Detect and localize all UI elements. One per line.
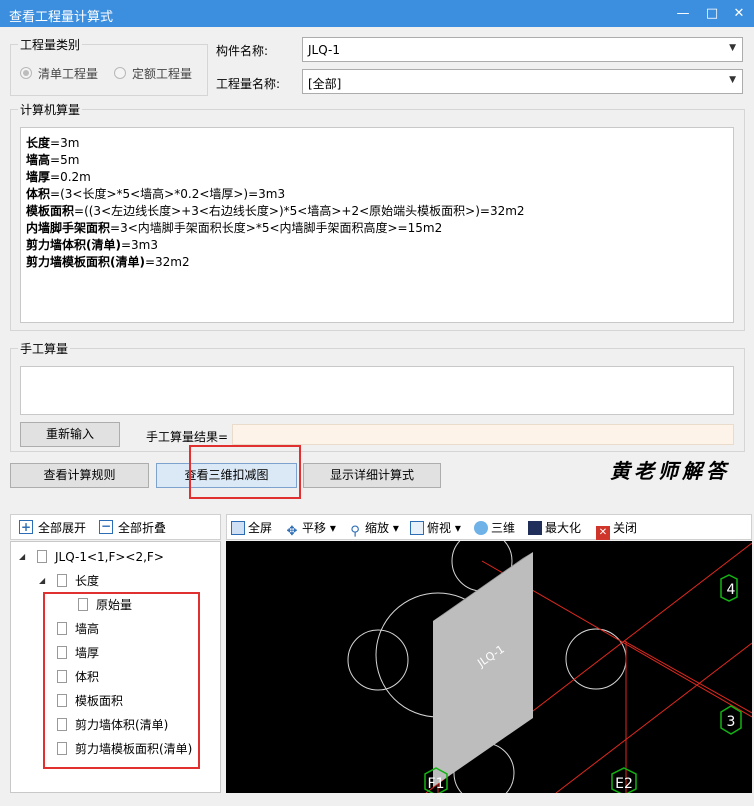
calc-line: 体积=(3<长度>*5<墙高>*0.2<墙厚>)=3m3 [26, 187, 286, 201]
calc-line: 剪力墙模板面积(清单)=32m2 [26, 255, 190, 269]
show-details-button[interactable]: 显示详细计算式 [303, 463, 441, 488]
fullscreen-icon [231, 521, 245, 535]
highlight-box [43, 592, 200, 769]
magnifier-icon: ⚲ [350, 524, 360, 539]
document-icon [37, 550, 47, 563]
chevron-down-icon: ▼ [729, 75, 736, 85]
column-circle [565, 628, 627, 690]
maximize-icon [528, 521, 542, 535]
three-d-button[interactable]: 三维 [474, 519, 515, 537]
cube-view-icon [410, 521, 424, 535]
calc-line: 内墙脚手架面积=3<内墙脚手架面积长度>*5<内墙脚手架面积高度>=15m2 [26, 221, 443, 235]
manual-result-field[interactable] [232, 424, 734, 445]
quantity-name-label: 工程量名称: [216, 77, 281, 91]
zoom-button[interactable]: ⚲ 缩放 ▾ [348, 519, 399, 539]
axis-label: E2 [615, 776, 633, 792]
tree-root-item[interactable]: JLQ-1<1,F><2,F> [37, 547, 164, 567]
window-title: 查看工程量计算式 [9, 10, 114, 25]
quantity-type-label: 工程量类别 [18, 36, 83, 53]
deduction-3d-view[interactable]: JLQ-1 4 3 F1 E2 [226, 541, 752, 793]
minus-icon: − [99, 519, 113, 534]
close-view-button[interactable]: ✕ 关闭 [596, 519, 637, 540]
manual-calc-input[interactable] [20, 366, 734, 415]
maximize-view-button[interactable]: 最大化 [528, 519, 581, 537]
expand-all-button[interactable]: 全部展开 [38, 519, 86, 536]
move-icon: ✥ [286, 524, 298, 539]
calc-line: 墙高=5m [26, 153, 80, 167]
collapse-arrow-icon[interactable]: ◢ [39, 576, 45, 585]
radio-quota-quantity-label[interactable]: 定额工程量 [132, 65, 192, 82]
calc-line: 墙厚=0.2m [26, 170, 91, 184]
calc-line: 剪力墙体积(清单)=3m3 [26, 238, 158, 252]
manual-result-label: 手工算量结果= [146, 430, 229, 444]
reenter-button[interactable]: 重新输入 [20, 422, 120, 447]
axis-label: 4 [727, 582, 736, 598]
radio-bill-quantity-label[interactable]: 清单工程量 [38, 65, 98, 82]
quantity-select-value: [全部] [308, 77, 342, 91]
tree-item-length[interactable]: 长度 [57, 571, 99, 591]
globe-icon [474, 521, 488, 535]
maximize-icon[interactable]: □ [697, 0, 727, 27]
wall-solid[interactable] [433, 552, 533, 787]
component-name-label: 构件名称: [216, 44, 269, 58]
collapse-all-button[interactable]: 全部折叠 [118, 519, 166, 536]
fullscreen-button[interactable]: 全屏 [231, 519, 272, 537]
manual-calc-label: 手工算量 [18, 340, 71, 357]
highlight-box [189, 445, 301, 499]
grid-line [623, 640, 752, 714]
calc-line: 长度=3m [26, 136, 80, 150]
watermark-text: 黄老师解答 [610, 459, 730, 483]
plus-icon: + [19, 520, 33, 534]
quantity-select[interactable]: [全部] ▼ [302, 69, 743, 94]
close-icon: ✕ [596, 526, 610, 540]
collapse-arrow-icon[interactable]: ◢ [19, 552, 25, 561]
view-angle-button[interactable]: 俯视 ▾ [410, 519, 461, 537]
component-select-value: JLQ-1 [308, 43, 340, 57]
view-rules-button[interactable]: 查看计算规则 [10, 463, 149, 488]
computer-calc-label: 计算机算量 [18, 101, 83, 118]
pan-button[interactable]: ✥ 平移 ▾ [285, 519, 336, 539]
minimize-icon[interactable]: — [668, 0, 698, 27]
calc-line: 模板面积=((3<左边线长度>+3<右边线长度>)*5<墙高>+2<原始端头模板… [26, 204, 525, 218]
close-icon[interactable]: ✕ [724, 0, 754, 27]
3d-scene: JLQ-1 4 3 F1 E2 [347, 541, 752, 793]
axis-label: F1 [428, 776, 445, 792]
radio-quota-quantity[interactable] [114, 67, 126, 79]
radio-bill-quantity[interactable] [20, 67, 32, 79]
chevron-down-icon: ▼ [729, 43, 736, 53]
computer-calc-text[interactable]: 长度=3m 墙高=5m 墙厚=0.2m 体积=(3<长度>*5<墙高>*0.2<… [20, 127, 734, 323]
component-select[interactable]: JLQ-1 ▼ [302, 37, 743, 62]
axis-label: 3 [727, 714, 736, 730]
window-title-bar: 查看工程量计算式 — □ ✕ [0, 0, 754, 27]
document-icon [57, 574, 67, 587]
grid-line [555, 642, 752, 793]
